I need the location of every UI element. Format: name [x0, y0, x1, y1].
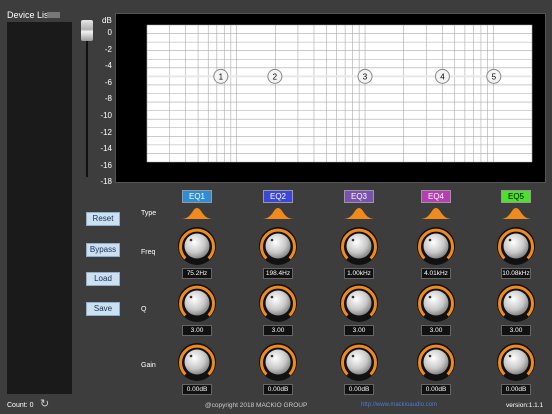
eq-band-tab-2[interactable]: EQ2 — [263, 190, 293, 203]
refresh-icon[interactable]: ↻ — [40, 399, 49, 410]
graph-x-label: 1K — [360, 168, 370, 177]
freq-value[interactable]: 10.08kHz — [501, 268, 531, 279]
eq-band-tab-1[interactable]: EQ1 — [182, 190, 212, 203]
eq-band-tab-4[interactable]: EQ4 — [421, 190, 451, 203]
freq-row-label: Freq — [141, 249, 156, 256]
master-scale-label: -2 — [104, 44, 112, 54]
q-knob[interactable] — [258, 283, 298, 323]
q-value[interactable]: 3.00 — [421, 325, 451, 336]
eq-node-1[interactable]: 1 — [213, 68, 229, 84]
q-row-label: Q — [141, 306, 147, 313]
master-scale-label: -6 — [104, 77, 112, 87]
copyright-text: @copyright 2018 MACKIO GROUP — [205, 402, 308, 409]
freq-knob[interactable] — [496, 226, 536, 266]
master-scale-label: -12 — [100, 127, 112, 137]
freq-value[interactable]: 4.01kHz — [421, 268, 451, 279]
q-knob[interactable] — [339, 283, 379, 323]
gain-row-label: Gain — [141, 362, 156, 369]
eq-node-2[interactable]: 2 — [267, 68, 283, 84]
filter-type-icon[interactable] — [419, 206, 453, 225]
eq-node-5[interactable]: 5 — [486, 68, 502, 84]
graph-x-label: 100 — [230, 168, 243, 177]
q-value[interactable]: 3.00 — [182, 325, 212, 336]
gain-value[interactable]: 0.00dB — [501, 384, 531, 395]
master-scale-label: -8 — [104, 94, 112, 104]
gain-knob[interactable] — [496, 342, 536, 382]
master-scale-label: -10 — [100, 111, 112, 120]
gain-knob[interactable] — [258, 342, 298, 382]
device-count: Count: 0 — [7, 402, 34, 409]
filter-type-icon[interactable] — [342, 206, 376, 225]
graph-x-label: 10K — [486, 168, 500, 177]
master-scale-label: -16 — [100, 160, 112, 170]
freq-knob[interactable] — [339, 226, 379, 266]
graph-y-label: -30 — [133, 158, 144, 167]
q-knob[interactable] — [416, 283, 456, 323]
graph-x-label: 20K — [525, 168, 539, 177]
eq-node-4[interactable]: 4 — [434, 68, 450, 84]
master-unit-label: dB — [102, 16, 112, 25]
master-scale-label: -14 — [100, 144, 112, 154]
freq-knob[interactable] — [416, 226, 456, 266]
eq-band-tab-5[interactable]: EQ5 — [501, 190, 531, 203]
gain-value[interactable]: 0.00dB — [421, 384, 451, 395]
save-button[interactable]: Save — [86, 302, 120, 316]
bypass-button[interactable]: Bypass — [86, 243, 120, 257]
master-scale-label: -4 — [104, 61, 112, 71]
q-knob[interactable] — [496, 283, 536, 323]
gain-knob[interactable] — [416, 342, 456, 382]
device-list[interactable] — [7, 22, 72, 394]
gain-value[interactable]: 0.00dB — [263, 384, 293, 395]
freq-value[interactable]: 198.4Hz — [263, 268, 293, 279]
reset-button[interactable]: Reset — [86, 212, 120, 226]
eq-graph-svg: 181512963(dB) 0-3-6-9-12-15-18-21-24-27-… — [123, 21, 540, 177]
q-knob[interactable] — [177, 283, 217, 323]
graph-x-label: 4K — [438, 168, 448, 177]
filter-type-icon[interactable] — [261, 206, 295, 225]
load-button[interactable]: Load — [86, 272, 120, 286]
gain-value[interactable]: 0.00dB — [344, 384, 374, 395]
eq-node-label: 1 — [219, 72, 224, 81]
graph-x-label: 5K — [450, 168, 460, 177]
gain-knob[interactable] — [177, 342, 217, 382]
eq-band-tab-3[interactable]: EQ3 — [344, 190, 374, 203]
eq-node-3[interactable]: 3 — [357, 68, 373, 84]
graph-x-label: 200 — [269, 168, 282, 177]
eq-node-label: 4 — [440, 72, 445, 81]
graph-x-label: 300 — [292, 168, 305, 177]
graph-x-label: 20 — [143, 168, 151, 177]
graph-x-label: 40 — [181, 168, 189, 177]
eq-node-label: 3 — [363, 72, 368, 81]
graph-x-label: 30 — [165, 168, 173, 177]
freq-value[interactable]: 75.2Hz — [182, 268, 212, 279]
graph-x-label: 400 — [308, 168, 321, 177]
filter-type-icon[interactable] — [499, 206, 533, 225]
q-value[interactable]: 3.00 — [501, 325, 531, 336]
master-scale-label: -18 — [100, 177, 112, 187]
device-list-toggle-button[interactable] — [47, 12, 60, 18]
freq-knob[interactable] — [177, 226, 217, 266]
device-list-title: Device List — [7, 10, 52, 20]
eq-response-graph[interactable]: 18 15 12 9 6 3 (dB) 0 -3 -6 -9 -12 -15 -18 -21 -24 -27-… — [115, 13, 546, 183]
graph-x-label: 500 — [320, 168, 333, 177]
filter-type-icon[interactable] — [180, 206, 214, 225]
q-value[interactable]: 3.00 — [344, 325, 374, 336]
website-link[interactable]: http://www.mackioaudio.com — [361, 402, 437, 408]
version-text: version:1.1.1 — [506, 402, 544, 409]
gain-value[interactable]: 0.00dB — [182, 384, 212, 395]
freq-value[interactable]: 1.00kHz — [344, 268, 374, 279]
freq-knob[interactable] — [258, 226, 298, 266]
master-scale-label: 0 — [107, 28, 112, 37]
master-fader-track[interactable] — [86, 25, 88, 177]
type-row-label: Type — [141, 210, 157, 217]
eq-node-label: 2 — [273, 72, 278, 81]
graph-x-label: 3K — [421, 168, 431, 177]
eq-node-label: 5 — [492, 72, 497, 81]
gain-knob[interactable] — [339, 342, 379, 382]
q-value[interactable]: 3.00 — [263, 325, 293, 336]
graph-x-label: 50 — [194, 168, 202, 177]
